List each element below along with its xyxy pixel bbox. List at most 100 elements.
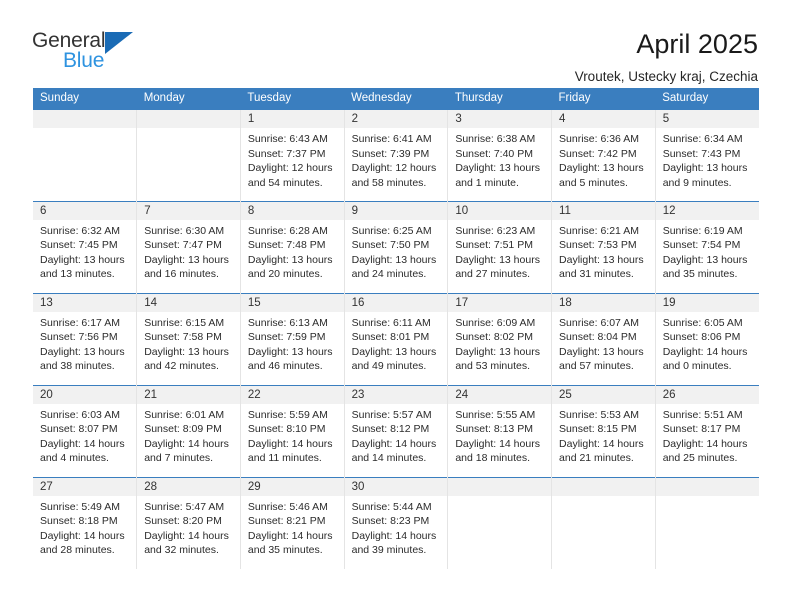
calendar-day-cell[interactable]: 23 Sunrise: 5:57 AM Sunset: 8:12 PM Dayligh…	[344, 384, 449, 477]
calendar-day-cell[interactable]: 4 Sunrise: 6:36 AM Sunset: 7:42 PM Daylight…	[551, 108, 656, 201]
daylight-duration-line1: Daylight: 13 hours	[662, 162, 748, 175]
day-details: Sunrise: 6:32 AM Sunset: 7:45 PM Daylight:…	[33, 220, 136, 282]
calendar-day-cell[interactable]: 24 Sunrise: 5:55 AM Sunset: 8:13 PM Dayligh…	[447, 384, 553, 477]
daylight-duration-line1: Daylight: 14 hours	[662, 345, 748, 358]
daylight-duration-line2: and 42 minutes.	[144, 360, 219, 373]
day-details: Sunrise: 6:21 AM Sunset: 7:53 PM Daylight:…	[552, 220, 655, 282]
sunset-time: Sunset: 7:39 PM	[351, 147, 430, 160]
sunrise-sunset-calendar-table: Sunday Monday Tuesday Wednesday Thursday Frid…	[33, 88, 759, 569]
day-details: Sunrise: 5:47 AM Sunset: 8:20 PM Daylight:…	[137, 496, 240, 558]
daylight-duration-line1: Daylight: 14 hours	[40, 529, 125, 542]
calendar-day-cell[interactable]: 21 Sunrise: 6:01 AM Sunset: 8:09 PM Dayligh…	[136, 384, 241, 477]
day-details: Sunrise: 6:13 AM Sunset: 7:59 PM Daylight:…	[241, 312, 344, 374]
day-details: Sunrise: 6:43 AM Sunset: 7:37 PM Daylight:…	[241, 128, 344, 190]
calendar-day-cell[interactable]: 19 Sunrise: 6:05 AM Sunset: 8:06 PM Dayligh…	[655, 292, 759, 385]
sunset-time: Sunset: 8:21 PM	[247, 515, 326, 528]
sunrise-time: Sunrise: 6:21 AM	[559, 224, 639, 237]
daylight-duration-line1: Daylight: 14 hours	[144, 437, 229, 450]
sunrise-time: Sunrise: 6:41 AM	[351, 133, 432, 145]
calendar-day-cell[interactable]: 25 Sunrise: 5:53 AM Sunset: 8:15 PM Dayligh…	[551, 384, 656, 477]
weekday-header-sunday: Sunday	[33, 88, 137, 109]
sunrise-time: Sunrise: 5:55 AM	[455, 408, 536, 421]
calendar-day-cell[interactable]: 30 Sunrise: 5:44 AM Sunset: 8:23 PM Dayligh…	[344, 476, 449, 569]
calendar-day-cell-empty	[33, 108, 138, 201]
day-details: Sunrise: 6:30 AM Sunset: 7:47 PM Daylight:…	[137, 220, 240, 282]
day-details: Sunrise: 6:25 AM Sunset: 7:50 PM Daylight:…	[345, 220, 448, 282]
daylight-duration-line2: and 35 minutes.	[662, 268, 738, 281]
daylight-duration-line2: and 14 minutes.	[351, 452, 427, 465]
calendar-day-cell[interactable]: 27 Sunrise: 5:49 AM Sunset: 8:18 PM Dayligh…	[33, 476, 138, 569]
sunrise-time: Sunrise: 5:59 AM	[247, 408, 328, 421]
sunset-time: Sunset: 8:18 PM	[40, 515, 118, 528]
calendar-day-cell[interactable]: 20 Sunrise: 6:03 AM Sunset: 8:07 PM Dayligh…	[33, 384, 138, 477]
calendar-day-cell[interactable]: 11 Sunrise: 6:21 AM Sunset: 7:53 PM Dayligh…	[551, 200, 656, 293]
calendar-day-cell[interactable]: 9 Sunrise: 6:25 AM Sunset: 7:50 PM Daylight…	[344, 200, 449, 293]
day-details: Sunrise: 6:38 AM Sunset: 7:40 PM Daylight:…	[448, 128, 551, 190]
weekday-header-friday: Friday	[551, 88, 656, 109]
day-number: 6	[33, 201, 137, 220]
sunset-time: Sunset: 8:17 PM	[662, 423, 741, 436]
day-details: Sunrise: 6:17 AM Sunset: 7:56 PM Daylight:…	[33, 312, 136, 374]
blue-triangle-icon	[105, 32, 134, 54]
calendar-page: General Blue April 2025 Vroutek, Ustecky…	[0, 0, 792, 612]
calendar-day-cell[interactable]: 16 Sunrise: 6:11 AM Sunset: 8:01 PM Dayligh…	[344, 292, 449, 385]
sunset-time: Sunset: 8:15 PM	[559, 423, 637, 436]
daylight-duration-line1: Daylight: 13 hours	[40, 345, 125, 358]
day-details: Sunrise: 5:59 AM Sunset: 8:10 PM Daylight:…	[241, 404, 344, 466]
day-number: 19	[655, 293, 759, 312]
sunrise-time: Sunrise: 5:46 AM	[247, 500, 328, 513]
calendar-day-cell[interactable]: 28 Sunrise: 5:47 AM Sunset: 8:20 PM Dayligh…	[136, 476, 241, 569]
generalblue-logo[interactable]: General Blue	[32, 30, 152, 71]
daylight-duration-line2: and 28 minutes.	[40, 544, 115, 557]
day-number: 5	[655, 110, 759, 128]
daylight-duration-line2: and 0 minutes.	[662, 360, 732, 373]
daylight-duration-line2: and 11 minutes.	[247, 452, 322, 465]
calendar-day-cell[interactable]: 22 Sunrise: 5:59 AM Sunset: 8:10 PM Dayligh…	[240, 384, 345, 477]
day-number: 13	[33, 293, 137, 312]
sunrise-time: Sunrise: 6:25 AM	[351, 224, 432, 237]
sunrise-time: Sunrise: 6:32 AM	[40, 224, 120, 237]
calendar-day-cell[interactable]: 1 Sunrise: 6:43 AM Sunset: 7:37 PM Daylight…	[240, 108, 345, 201]
sunset-time: Sunset: 7:56 PM	[40, 331, 118, 344]
sunset-time: Sunset: 7:51 PM	[455, 239, 533, 252]
daylight-duration-line2: and 58 minutes.	[351, 176, 427, 189]
calendar-day-cell[interactable]: 5 Sunrise: 6:34 AM Sunset: 7:43 PM Daylight…	[655, 108, 759, 201]
calendar-day-cell[interactable]: 14 Sunrise: 6:15 AM Sunset: 7:58 PM Dayligh…	[136, 292, 241, 385]
sunrise-time: Sunrise: 6:17 AM	[40, 316, 120, 329]
calendar-day-cell[interactable]: 12 Sunrise: 6:19 AM Sunset: 7:54 PM Dayligh…	[655, 200, 759, 293]
daylight-duration-line2: and 1 minute.	[455, 176, 519, 189]
calendar-body: 1 Sunrise: 6:43 AM Sunset: 7:37 PM Daylight…	[33, 108, 759, 569]
daylight-duration-line2: and 4 minutes.	[40, 452, 109, 465]
day-details: Sunrise: 5:46 AM Sunset: 8:21 PM Daylight:…	[241, 496, 344, 558]
calendar-day-cell[interactable]: 13 Sunrise: 6:17 AM Sunset: 7:56 PM Dayligh…	[33, 292, 138, 385]
sunrise-time: Sunrise: 6:01 AM	[144, 408, 225, 421]
sunset-time: Sunset: 8:01 PM	[351, 331, 430, 344]
sunrise-time: Sunrise: 6:36 AM	[559, 133, 639, 145]
calendar-day-cell[interactable]: 10 Sunrise: 6:23 AM Sunset: 7:51 PM Dayligh…	[447, 200, 553, 293]
calendar-day-cell[interactable]: 2 Sunrise: 6:41 AM Sunset: 7:39 PM Daylight…	[344, 108, 449, 201]
calendar-day-cell[interactable]: 26 Sunrise: 5:51 AM Sunset: 8:17 PM Dayligh…	[655, 384, 759, 477]
calendar-day-cell[interactable]: 29 Sunrise: 5:46 AM Sunset: 8:21 PM Dayligh…	[240, 476, 345, 569]
day-number: 20	[33, 385, 137, 404]
daylight-duration-line1: Daylight: 13 hours	[40, 253, 125, 266]
day-details: Sunrise: 6:41 AM Sunset: 7:39 PM Daylight:…	[345, 128, 448, 190]
daylight-duration-line1: Daylight: 13 hours	[559, 162, 644, 175]
sunrise-time: Sunrise: 6:07 AM	[559, 316, 639, 329]
daylight-duration-line2: and 27 minutes.	[455, 268, 531, 281]
day-details: Sunrise: 5:57 AM Sunset: 8:12 PM Daylight:…	[345, 404, 448, 466]
calendar-day-cell[interactable]: 15 Sunrise: 6:13 AM Sunset: 7:59 PM Dayligh…	[240, 292, 345, 385]
day-number: 16	[344, 293, 448, 312]
calendar-day-cell-empty	[655, 476, 759, 569]
calendar-day-cell[interactable]: 18 Sunrise: 6:07 AM Sunset: 8:04 PM Dayligh…	[551, 292, 656, 385]
sunrise-time: Sunrise: 6:30 AM	[144, 224, 225, 237]
sunrise-time: Sunrise: 6:43 AM	[247, 133, 328, 145]
calendar-day-cell[interactable]: 6 Sunrise: 6:32 AM Sunset: 7:45 PM Daylight…	[33, 200, 138, 293]
calendar-day-cell[interactable]: 3 Sunrise: 6:38 AM Sunset: 7:40 PM Daylight…	[447, 108, 553, 201]
calendar-day-cell[interactable]: 7 Sunrise: 6:30 AM Sunset: 7:47 PM Daylight…	[136, 200, 241, 293]
sunrise-time: Sunrise: 5:51 AM	[662, 408, 743, 421]
sunset-time: Sunset: 8:13 PM	[455, 423, 533, 436]
calendar-day-cell[interactable]: 17 Sunrise: 6:09 AM Sunset: 8:02 PM Dayligh…	[447, 292, 553, 385]
day-number: 9	[344, 201, 448, 220]
sunrise-time: Sunrise: 6:11 AM	[351, 316, 431, 329]
calendar-day-cell[interactable]: 8 Sunrise: 6:28 AM Sunset: 7:48 PM Daylight…	[240, 200, 345, 293]
